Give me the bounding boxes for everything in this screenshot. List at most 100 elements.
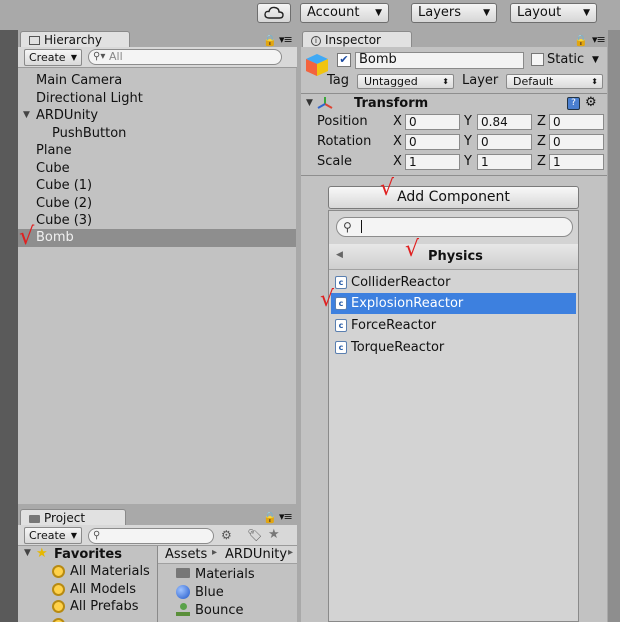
layers-dropdown[interactable]: Layers ▼ [411, 3, 497, 23]
window-edge [608, 30, 620, 622]
rotation-y-field[interactable]: 0 [477, 134, 532, 150]
favorite-all-materials[interactable]: All Materials [52, 564, 150, 580]
panel-menu-icon[interactable]: ▾≡ [279, 510, 293, 523]
help-icon[interactable]: ? [567, 97, 580, 110]
position-x-field[interactable]: 0 [405, 114, 460, 130]
hierarchy-item-directional-light[interactable]: Directional Light [18, 90, 296, 108]
position-y-field[interactable]: 0.84 [477, 114, 532, 130]
tab-project[interactable]: Project [20, 509, 126, 526]
account-dropdown[interactable]: Account ▼ [300, 3, 389, 23]
project-tab-label: Project [44, 511, 86, 525]
favorite-all-prefabs[interactable]: All Prefabs [52, 599, 139, 615]
component-item-torquereactor[interactable]: c TorqueReactor [331, 337, 576, 358]
hierarchy-item-pushbutton[interactable]: PushButton [18, 125, 296, 143]
csharp-script-icon: c [335, 319, 347, 332]
layer-label: Layer [462, 73, 499, 88]
rotation-z-field[interactable]: 0 [549, 134, 604, 150]
search-icon: ⚲ [343, 220, 352, 234]
expand-arrow-icon[interactable]: ▼ [24, 548, 31, 558]
favorites-label[interactable]: Favorites [54, 547, 122, 562]
component-item-colliderreactor[interactable]: c ColliderReactor [331, 272, 576, 293]
component-item-forcereactor[interactable]: c ForceReactor [331, 315, 576, 336]
chevron-down-icon[interactable]: ▼ [592, 55, 599, 65]
lock-icon[interactable]: 🔒 [263, 511, 277, 524]
cloud-button[interactable] [257, 3, 291, 23]
component-list: c ColliderReactor c ExplosionReactor c Forc… [329, 271, 578, 361]
hierarchy-search-input[interactable]: ⚲▾ All [88, 49, 282, 65]
lock-icon[interactable]: 🔒 [263, 34, 277, 47]
favorite-more[interactable] [52, 617, 70, 622]
position-z-field[interactable]: 0 [549, 114, 604, 130]
rotation-label: Rotation [317, 134, 372, 149]
breadcrumb: Assets ▸ ARDUnity ▸ [158, 546, 297, 564]
chevron-down-icon: ▼ [375, 8, 382, 18]
panel-menu-icon[interactable]: ▾≡ [592, 33, 606, 46]
expand-arrow-icon[interactable]: ▼ [23, 107, 30, 124]
chevron-right-icon: ▸ [212, 547, 218, 558]
expand-arrow-icon[interactable]: ▼ [306, 98, 313, 108]
object-name-field[interactable]: Bomb [355, 52, 524, 69]
hierarchy-item-main-camera[interactable]: Main Camera [18, 72, 296, 90]
hierarchy-tab-label: Hierarchy [44, 33, 103, 47]
project-create-button[interactable]: Create ▼ [24, 527, 82, 544]
search-icon: ⚲▾ [93, 51, 106, 62]
project-asset-list: Materials Blue Bounce [158, 564, 297, 622]
back-arrow-icon[interactable]: ◀ [336, 250, 343, 260]
divider [301, 175, 607, 176]
asset-blue[interactable]: Blue [195, 585, 224, 600]
component-item-explosionreactor[interactable]: c ExplosionReactor [331, 293, 576, 314]
scale-x-field[interactable]: 1 [405, 154, 460, 170]
breadcrumb-assets[interactable]: Assets [165, 547, 207, 562]
filter-by-label-icon[interactable]: 🏷 [247, 528, 262, 542]
axis-z-label[interactable]: Z [537, 114, 546, 129]
tab-inspector[interactable]: i Inspector [302, 31, 412, 48]
active-checkbox[interactable]: ✔ [337, 53, 351, 67]
filter-by-type-icon[interactable]: ⚙ [221, 528, 232, 542]
hierarchy-item-cube-2[interactable]: Cube (2) [18, 195, 296, 213]
layout-dropdown[interactable]: Layout ▼ [510, 3, 597, 23]
hierarchy-item-plane[interactable]: Plane [18, 142, 296, 160]
axis-x-label[interactable]: X [393, 114, 402, 129]
axis-y-label[interactable]: Y [464, 154, 472, 169]
account-label: Account [307, 5, 360, 20]
rotation-x-field[interactable]: 0 [405, 134, 460, 150]
popup-category-header: ◀ Physics [329, 244, 578, 270]
breadcrumb-ardunity[interactable]: ARDUnity [225, 547, 287, 562]
tab-hierarchy[interactable]: Hierarchy [20, 31, 130, 48]
star-icon[interactable]: ★ [268, 527, 280, 542]
hierarchy-item-bomb[interactable]: Bomb [18, 229, 296, 247]
hierarchy-item-cube-1[interactable]: Cube (1) [18, 177, 296, 195]
scale-z-field[interactable]: 1 [549, 154, 604, 170]
asset-materials[interactable]: Materials [195, 567, 255, 582]
hierarchy-list: Main Camera Directional Light ▼ ARDUnity… [18, 68, 296, 504]
scale-y-field[interactable]: 1 [477, 154, 532, 170]
layout-label: Layout [517, 5, 562, 20]
axis-z-label[interactable]: Z [537, 134, 546, 149]
hierarchy-item-cube[interactable]: Cube [18, 160, 296, 178]
favorite-all-models[interactable]: All Models [52, 582, 136, 598]
add-component-button[interactable]: Add Component [328, 186, 579, 209]
lock-icon[interactable]: 🔒 [574, 34, 588, 47]
physic-material-icon [176, 603, 190, 617]
transform-title: Transform [354, 96, 429, 111]
tag-dropdown[interactable]: Untagged ⬍ [357, 74, 454, 89]
gear-icon[interactable]: ⚙ [585, 95, 597, 110]
hierarchy-item-cube-3[interactable]: Cube (3) [18, 212, 296, 230]
project-search-input[interactable]: ⚲ [88, 528, 214, 544]
annotation-check-mark: √ [380, 176, 395, 201]
hierarchy-create-button[interactable]: Create ▼ [24, 49, 82, 66]
axis-x-label[interactable]: X [393, 134, 402, 149]
static-label: Static [547, 52, 585, 67]
static-checkbox[interactable] [531, 53, 544, 66]
hierarchy-tab-icon [29, 36, 40, 45]
panel-menu-icon[interactable]: ▾≡ [279, 33, 293, 46]
component-search-input[interactable]: ⚲ [336, 217, 573, 237]
axis-z-label[interactable]: Z [537, 154, 546, 169]
layer-dropdown[interactable]: Default ⬍ [506, 74, 603, 89]
axis-x-label[interactable]: X [393, 154, 402, 169]
axis-y-label[interactable]: Y [464, 114, 472, 129]
axis-y-label[interactable]: Y [464, 134, 472, 149]
chevron-right-icon: ▸ [288, 547, 294, 558]
hierarchy-item-ardunity[interactable]: ▼ ARDUnity [18, 107, 296, 125]
asset-bounce[interactable]: Bounce [195, 603, 244, 618]
